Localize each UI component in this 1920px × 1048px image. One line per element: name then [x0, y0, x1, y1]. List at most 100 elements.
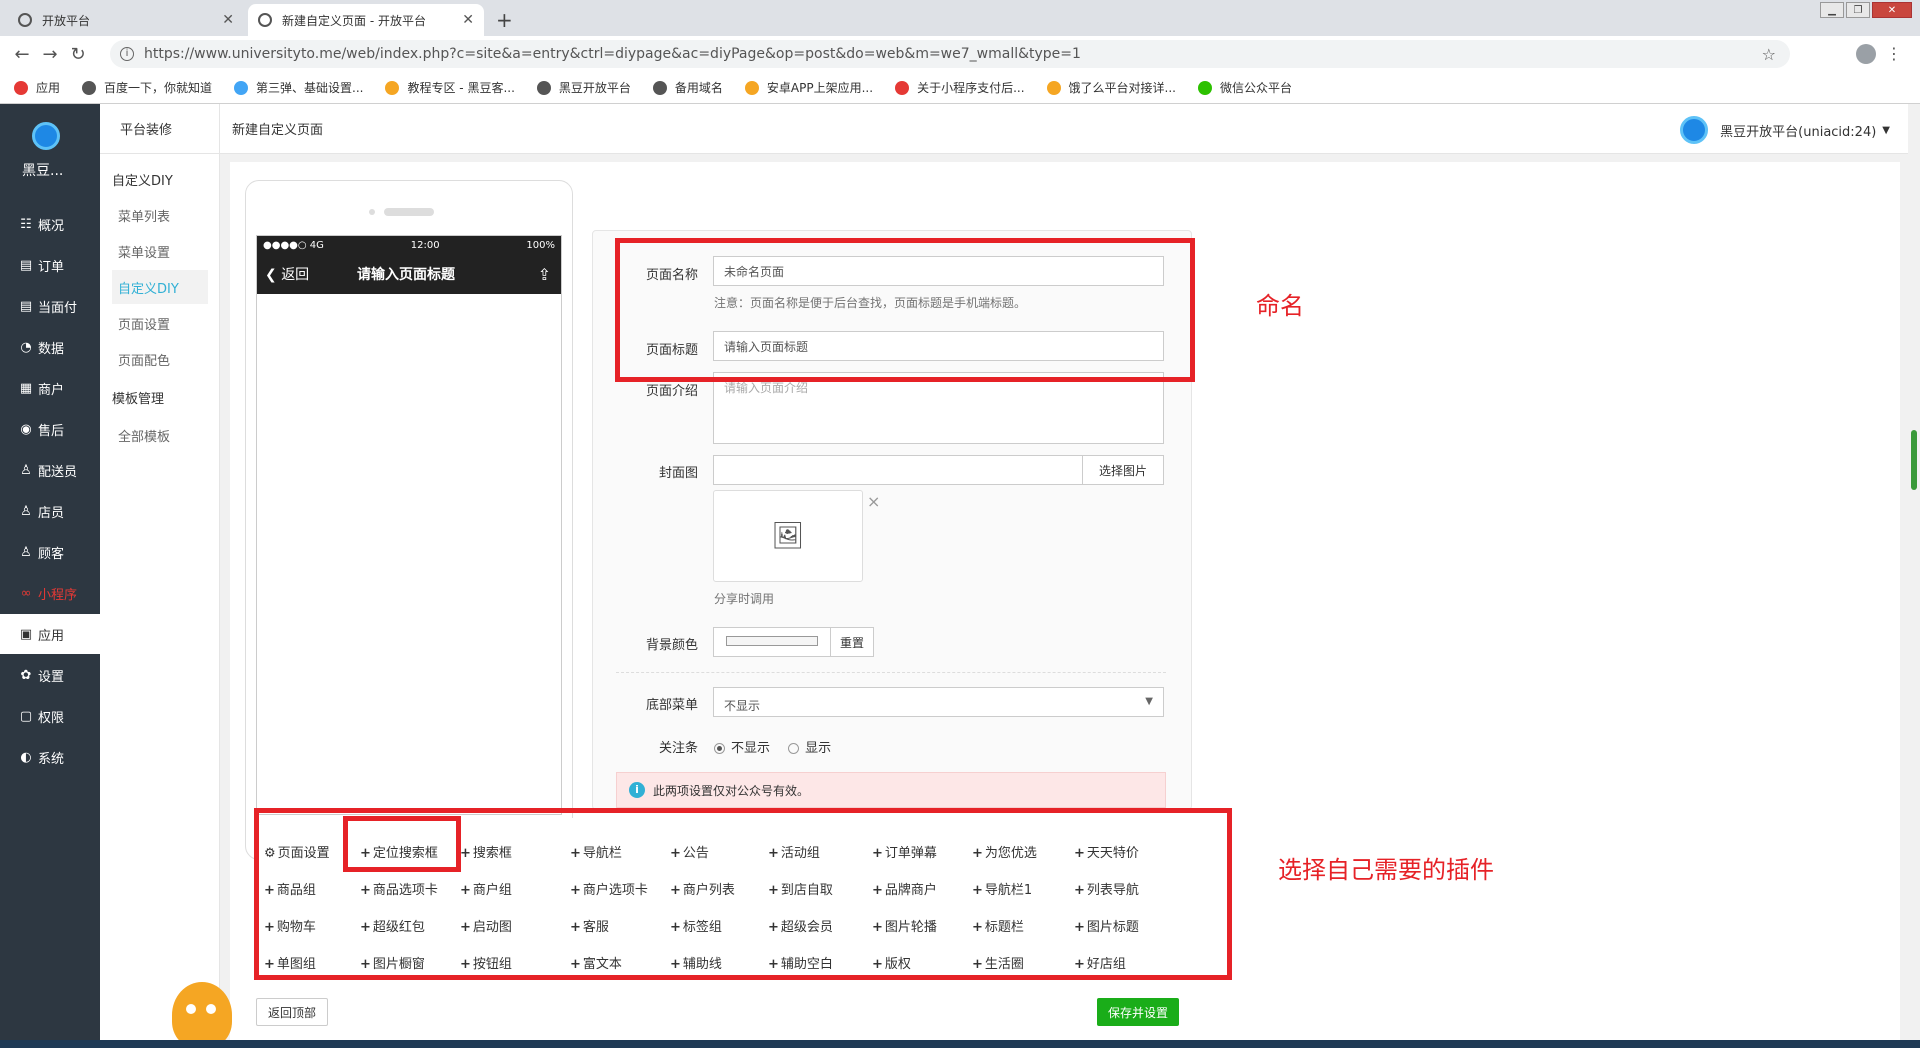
bottom-menu-select[interactable]: 不显示 ▼ [713, 687, 1164, 717]
cat-mascot-image [172, 982, 232, 1048]
bookmark-item[interactable]: 教程专区 - 黑豆客... [385, 79, 515, 96]
color-swatch [726, 636, 818, 646]
follow-radio-show[interactable]: 显示 [788, 741, 831, 756]
sidebar-item[interactable]: ☷ 概况 [0, 204, 100, 244]
sidebar-item-label: 商户 [38, 382, 65, 398]
close-icon[interactable]: ✕ [462, 12, 474, 28]
bookmark-icon [1197, 80, 1212, 95]
sidebar-icon: ◔ [20, 339, 32, 355]
app-logo[interactable] [32, 122, 60, 150]
cover-url-input[interactable] [713, 455, 1083, 485]
signal-text: ●●●●○ 4G [263, 239, 324, 251]
globe-icon [18, 13, 32, 27]
restore-button[interactable]: ❐ [1846, 2, 1870, 18]
forward-arrow-icon[interactable]: → [36, 44, 64, 65]
url-bar[interactable]: i https://www.universityto.me/web/index.… [110, 40, 1790, 68]
sidebar-item-label: 概况 [38, 218, 65, 234]
sidebar-item[interactable]: ▤ 当面付 [0, 286, 100, 326]
bookmark-item[interactable]: 关于小程序支付后... [895, 79, 1025, 96]
sidebar-item[interactable]: ◔ 数据 [0, 327, 100, 367]
sidebar-item[interactable]: ▤ 订单 [0, 245, 100, 285]
choose-image-button[interactable]: 选择图片 [1082, 455, 1164, 485]
bookmark-item[interactable]: 第三弹、基础设置... [234, 79, 363, 96]
sidebar-item[interactable]: ▢ 权限 [0, 696, 100, 736]
back-to-top-button[interactable]: 返回顶部 [256, 998, 328, 1026]
bottom-menu-label: 底部菜单 [645, 698, 698, 713]
account-switcher[interactable]: 黑豆开放平台(uniacid:24) ▼ [1680, 116, 1890, 144]
section-divider [616, 672, 1166, 673]
info-icon[interactable]: i [120, 47, 134, 61]
sidebar-item[interactable]: ♙ 店员 [0, 491, 100, 531]
minimize-button[interactable]: ▁ [1820, 2, 1844, 18]
subnav-item-custom-diy[interactable]: 自定义DIY [112, 270, 208, 304]
sidebar-icon: ▢ [19, 708, 33, 724]
sidebar-icon: ▦ [19, 380, 33, 396]
notice-text: 此两项设置仅对公众号有效。 [653, 783, 810, 798]
sidebar-icon: ▣ [19, 626, 33, 642]
close-icon[interactable]: ✕ [222, 12, 234, 28]
bookmark-icon [744, 80, 759, 95]
secondary-sidebar: 平台装修 自定义DIY 菜单列表 菜单设置 自定义DIY 页面设置 页面配色 模… [100, 104, 220, 1048]
browser-tab-2[interactable]: 新建自定义页面 - 开放平台 ✕ [248, 4, 484, 36]
sidebar-icon: ☷ [20, 216, 32, 232]
subnav-item-all-templates[interactable]: 全部模板 [118, 426, 170, 445]
sidebar-item[interactable]: ✿ 设置 [0, 655, 100, 695]
bookmark-icon [385, 80, 400, 95]
sidebar-icon: ▤ [19, 257, 33, 273]
bg-color-picker[interactable] [713, 627, 831, 657]
page-scrollbar[interactable] [1908, 104, 1920, 1048]
bookmark-item[interactable]: 微信公众平台 [1197, 79, 1292, 96]
back-arrow-icon[interactable]: ← [8, 44, 36, 65]
new-tab-button[interactable]: + [496, 8, 513, 32]
sidebar-item[interactable]: ▦ 商户 [0, 368, 100, 408]
reload-icon[interactable]: ↻ [64, 44, 92, 65]
sidebar-icon: ♙ [20, 503, 32, 519]
subnav-item-menu-list[interactable]: 菜单列表 [118, 206, 170, 225]
account-name: 黑豆开放平台(uniacid:24) [1720, 124, 1877, 140]
bookmark-icon [82, 80, 97, 95]
profile-avatar[interactable] [1856, 44, 1876, 64]
sidebar-icon: ▤ [19, 298, 33, 314]
sidebar-item[interactable]: ♙ 顾客 [0, 532, 100, 572]
subnav-header: 平台装修 [100, 104, 220, 154]
bookmark-item[interactable]: 黑豆开放平台 [536, 79, 631, 96]
browser-menu-icon[interactable]: ⋮ [1886, 44, 1902, 63]
subnav-item-menu-settings[interactable]: 菜单设置 [118, 242, 170, 261]
sidebar-item[interactable]: ∞ 小程序 [0, 573, 100, 613]
bg-color-label: 背景颜色 [645, 638, 698, 653]
bookmark-item[interactable]: 饿了么平台对接详... [1046, 79, 1176, 96]
bookmark-item[interactable]: 应用 [14, 79, 60, 96]
browser-tab-1[interactable]: 开放平台 ✕ [8, 4, 244, 36]
sidebar-item-label: 订单 [38, 259, 65, 275]
save-and-settings-button[interactable]: 保存并设置 [1097, 998, 1179, 1026]
subnav-item-page-colors[interactable]: 页面配色 [118, 350, 170, 369]
bookmark-icon [1046, 80, 1061, 95]
bookmark-item[interactable]: 安卓APP上架应用... [744, 79, 873, 96]
page-title: 新建自定义页面 [232, 123, 324, 138]
sidebar-item[interactable]: ♙ 配送员 [0, 450, 100, 490]
caret-down-icon: ▼ [1882, 124, 1890, 136]
bookmark-label: 黑豆开放平台 [558, 81, 631, 95]
bookmark-item[interactable]: 百度一下，你就知道 [82, 79, 212, 96]
remove-image-icon[interactable]: × [867, 492, 880, 511]
phone-screen: ●●●●○ 4G 12:00 100% ❮ 返回 请输入页面标题 ⇪ [256, 235, 562, 815]
bookmark-item[interactable]: 备用域名 [652, 79, 723, 96]
sidebar-item[interactable]: ◐ 系统 [0, 737, 100, 777]
bg-reset-button[interactable]: 重置 [830, 627, 874, 657]
scrollbar-thumb[interactable] [1911, 430, 1917, 490]
sidebar-item[interactable]: ◉ 售后 [0, 409, 100, 449]
share-icon: ⇪ [537, 264, 551, 284]
main-sidebar: 黑豆... ☷ 概况 ▤ 订单 ▤ 当面付 ◔ 数据 ▦ 商户 ◉ 售后 ♙ 配送员 ♙ 店员 ♙ 顾客 ∞ 小程序 ▣… [0, 104, 100, 1048]
window-controls: ▁ ❐ ✕ [1820, 2, 1912, 18]
radio-label: 不显示 [731, 741, 771, 756]
cover-image-placeholder[interactable]: 🖼 [713, 490, 863, 582]
follow-radio-hide[interactable]: 不显示 [714, 741, 770, 756]
sidebar-item[interactable]: ▣ 应用 [0, 614, 100, 654]
bookmark-label: 第三弹、基础设置... [256, 81, 364, 95]
bookmark-star-icon[interactable]: ☆ [1762, 45, 1776, 64]
sidebar-item-label: 设置 [38, 669, 65, 685]
subnav-item-page-settings[interactable]: 页面设置 [118, 314, 170, 333]
phone-preview: ●●●●○ 4G 12:00 100% ❮ 返回 请输入页面标题 ⇪ [245, 180, 573, 860]
window-close-button[interactable]: ✕ [1872, 2, 1912, 18]
page-intro-textarea[interactable]: 请输入页面介绍 [713, 372, 1164, 444]
